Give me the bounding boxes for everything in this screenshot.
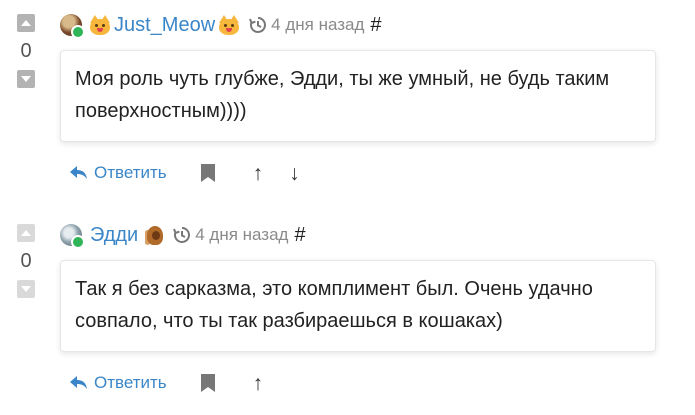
upvote-button[interactable]	[17, 14, 35, 32]
caret-down-icon	[21, 76, 31, 82]
reply-arrow-icon	[70, 376, 87, 389]
comment-actions: Ответить ↑ ↓	[70, 160, 300, 186]
bookmark-icon	[200, 374, 215, 392]
avatar[interactable]	[60, 14, 85, 39]
bookmark-button[interactable]	[200, 164, 215, 182]
reply-arrow-icon	[70, 166, 87, 179]
parent-comment-link[interactable]: ↑	[253, 163, 264, 184]
avatar[interactable]	[60, 224, 85, 249]
reply-button[interactable]: Ответить	[70, 163, 167, 183]
comment-header: Just_Meow 4 дня назад #	[60, 10, 382, 40]
cat-emoji-icon	[218, 15, 240, 35]
cat-emoji-icon	[89, 15, 111, 35]
caret-up-icon	[21, 230, 31, 236]
upvote-button[interactable]	[17, 224, 35, 242]
comment-body: Моя роль чуть глубже, Эдди, ты же умный,…	[60, 50, 656, 142]
reply-label: Ответить	[94, 163, 167, 182]
comment-timestamp[interactable]: 4 дня назад	[195, 225, 288, 245]
comment-body: Так я без сарказма, это комплимент был. …	[60, 260, 656, 352]
reply-button[interactable]: Ответить	[70, 373, 167, 393]
cat-emoji-icon	[143, 224, 165, 246]
comment-timestamp[interactable]: 4 дня назад	[271, 15, 364, 35]
comment-header: Эдди 4 дня назад #	[60, 220, 306, 250]
clock-history-icon	[249, 16, 267, 34]
online-indicator	[71, 235, 85, 249]
next-comment-link[interactable]: ↓	[289, 163, 300, 184]
caret-down-icon	[21, 286, 31, 292]
vote-widget: 0	[15, 224, 37, 298]
caret-up-icon	[21, 20, 31, 26]
comment-actions: Ответить ↑	[70, 370, 263, 396]
online-indicator	[71, 25, 85, 39]
vote-widget: 0	[15, 14, 37, 88]
permalink-hash[interactable]: #	[370, 14, 381, 37]
author-name[interactable]: Just_Meow	[114, 14, 215, 37]
downvote-button[interactable]	[17, 280, 35, 298]
downvote-button[interactable]	[17, 70, 35, 88]
bookmark-icon	[200, 164, 215, 182]
clock-history-icon	[173, 226, 191, 244]
permalink-hash[interactable]: #	[294, 224, 305, 247]
vote-count: 0	[20, 250, 32, 272]
parent-comment-link[interactable]: ↑	[253, 373, 264, 394]
reply-label: Ответить	[94, 373, 167, 392]
bookmark-button[interactable]	[200, 374, 215, 392]
vote-count: 0	[20, 40, 32, 62]
author-name[interactable]: Эдди	[90, 224, 138, 247]
